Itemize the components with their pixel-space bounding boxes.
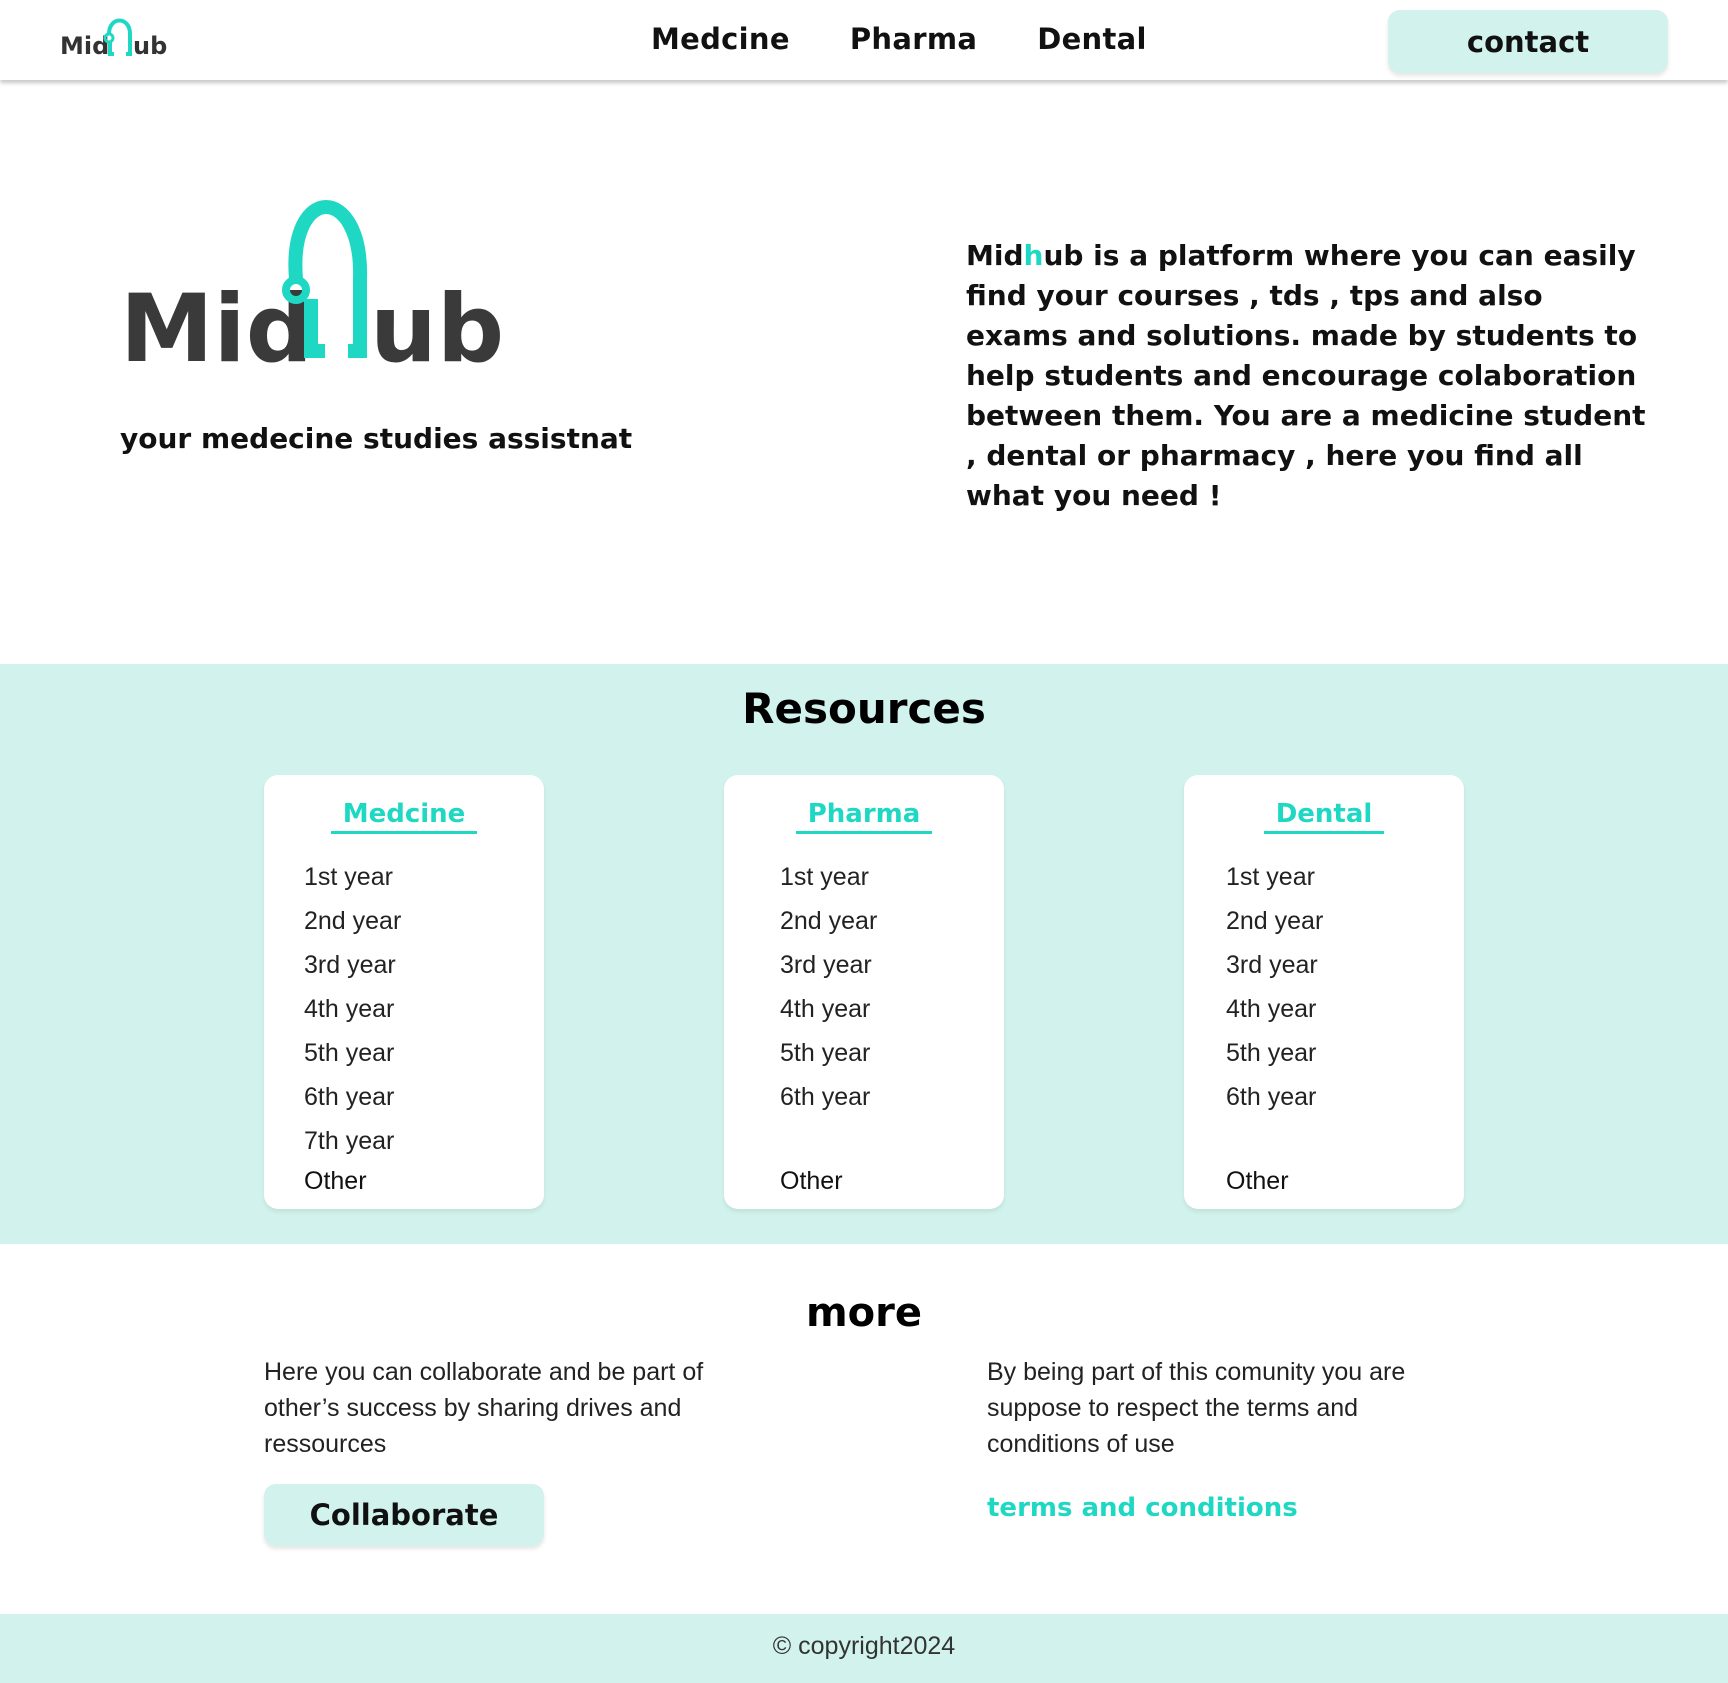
card-title-dental[interactable]: Dental bbox=[1263, 797, 1385, 834]
nav-link-medcine[interactable]: Medcine bbox=[651, 22, 790, 56]
footer: © copyright2024 bbox=[0, 1614, 1728, 1683]
hero-intro-text: Midhub is a platform where you can easil… bbox=[966, 236, 1646, 516]
card-title-pharma[interactable]: Pharma bbox=[795, 797, 933, 834]
svg-text:ub: ub bbox=[370, 275, 504, 370]
year-link[interactable]: 3rd year bbox=[304, 943, 401, 987]
year-link[interactable]: 3rd year bbox=[780, 943, 877, 987]
resource-card-medcine: Medcine 1st year 2nd year 3rd year 4th y… bbox=[264, 775, 544, 1209]
copyright-text: © copyright2024 bbox=[772, 1632, 956, 1660]
other-link[interactable]: Other bbox=[304, 1159, 367, 1203]
hero-tagline: your medecine studies assistnat bbox=[120, 422, 633, 455]
year-link[interactable]: 5th year bbox=[780, 1031, 877, 1075]
year-link[interactable]: 2nd year bbox=[1226, 899, 1323, 943]
other-link[interactable]: Other bbox=[1226, 1159, 1289, 1203]
main-nav: Medcine Pharma Dental bbox=[651, 22, 1147, 56]
more-title: more bbox=[805, 1290, 922, 1336]
resource-card-dental: Dental 1st year 2nd year 3rd year 4th ye… bbox=[1184, 775, 1464, 1209]
card-title-medcine[interactable]: Medcine bbox=[330, 797, 478, 834]
nav-link-pharma[interactable]: Pharma bbox=[850, 22, 977, 56]
collaborate-button[interactable]: Collaborate bbox=[264, 1484, 544, 1546]
year-list: 1st year 2nd year 3rd year 4th year 5th … bbox=[780, 855, 877, 1119]
year-link[interactable]: 6th year bbox=[1226, 1075, 1323, 1119]
resources-title: Resources bbox=[742, 684, 986, 733]
intro-prefix: Mid bbox=[966, 239, 1024, 272]
midhub-logo-small[interactable]: Mid ub bbox=[58, 8, 168, 62]
other-link[interactable]: Other bbox=[780, 1159, 843, 1203]
year-link[interactable]: 7th year bbox=[304, 1119, 401, 1163]
year-link[interactable]: 4th year bbox=[780, 987, 877, 1031]
midhub-logo-large: Mid ub bbox=[120, 200, 504, 370]
intro-accent-letter: h bbox=[1023, 239, 1044, 272]
svg-text:ub: ub bbox=[133, 32, 167, 60]
intro-rest: ub is a platform where you can easily fi… bbox=[966, 239, 1646, 512]
resource-card-pharma: Pharma 1st year 2nd year 3rd year 4th ye… bbox=[724, 775, 1004, 1209]
year-link[interactable]: 2nd year bbox=[304, 899, 401, 943]
resources-section: Resources Medcine 1st year 2nd year 3rd … bbox=[0, 664, 1728, 1244]
year-link[interactable]: 6th year bbox=[304, 1075, 401, 1119]
year-link[interactable]: 4th year bbox=[304, 987, 401, 1031]
nav-link-dental[interactable]: Dental bbox=[1037, 22, 1147, 56]
top-navbar: Mid ub Medcine Pharma Dental contact bbox=[0, 0, 1728, 80]
year-list: 1st year 2nd year 3rd year 4th year 5th … bbox=[304, 855, 401, 1163]
year-link[interactable]: 3rd year bbox=[1226, 943, 1323, 987]
year-link[interactable]: 1st year bbox=[304, 855, 401, 899]
year-link[interactable]: 6th year bbox=[780, 1075, 877, 1119]
terms-and-conditions-link[interactable]: terms and conditions bbox=[987, 1493, 1298, 1523]
svg-text:Mid: Mid bbox=[60, 32, 109, 60]
year-link[interactable]: 2nd year bbox=[780, 899, 877, 943]
year-link[interactable]: 1st year bbox=[1226, 855, 1323, 899]
year-link[interactable]: 5th year bbox=[304, 1031, 401, 1075]
terms-description: By being part of this comunity you are s… bbox=[987, 1358, 1406, 1458]
year-link[interactable]: 5th year bbox=[1226, 1031, 1323, 1075]
contact-button[interactable]: contact bbox=[1388, 10, 1668, 73]
year-link[interactable]: 4th year bbox=[1226, 987, 1323, 1031]
year-list: 1st year 2nd year 3rd year 4th year 5th … bbox=[1226, 855, 1323, 1119]
collaborate-description: Here you can collaborate and be part of … bbox=[264, 1358, 704, 1458]
year-link[interactable]: 1st year bbox=[780, 855, 877, 899]
